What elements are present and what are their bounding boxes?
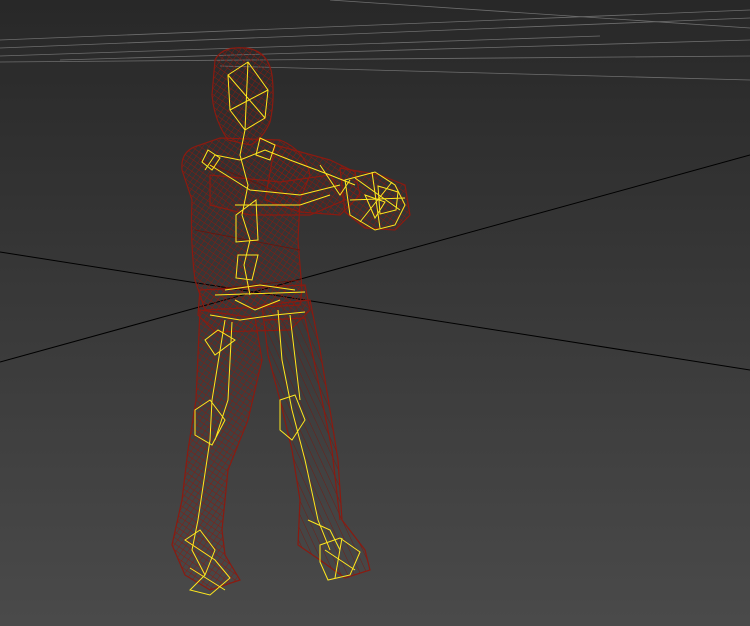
viewport-canvas[interactable]: [0, 0, 750, 626]
3d-viewport[interactable]: [0, 0, 750, 626]
viewport-background: [0, 0, 750, 626]
